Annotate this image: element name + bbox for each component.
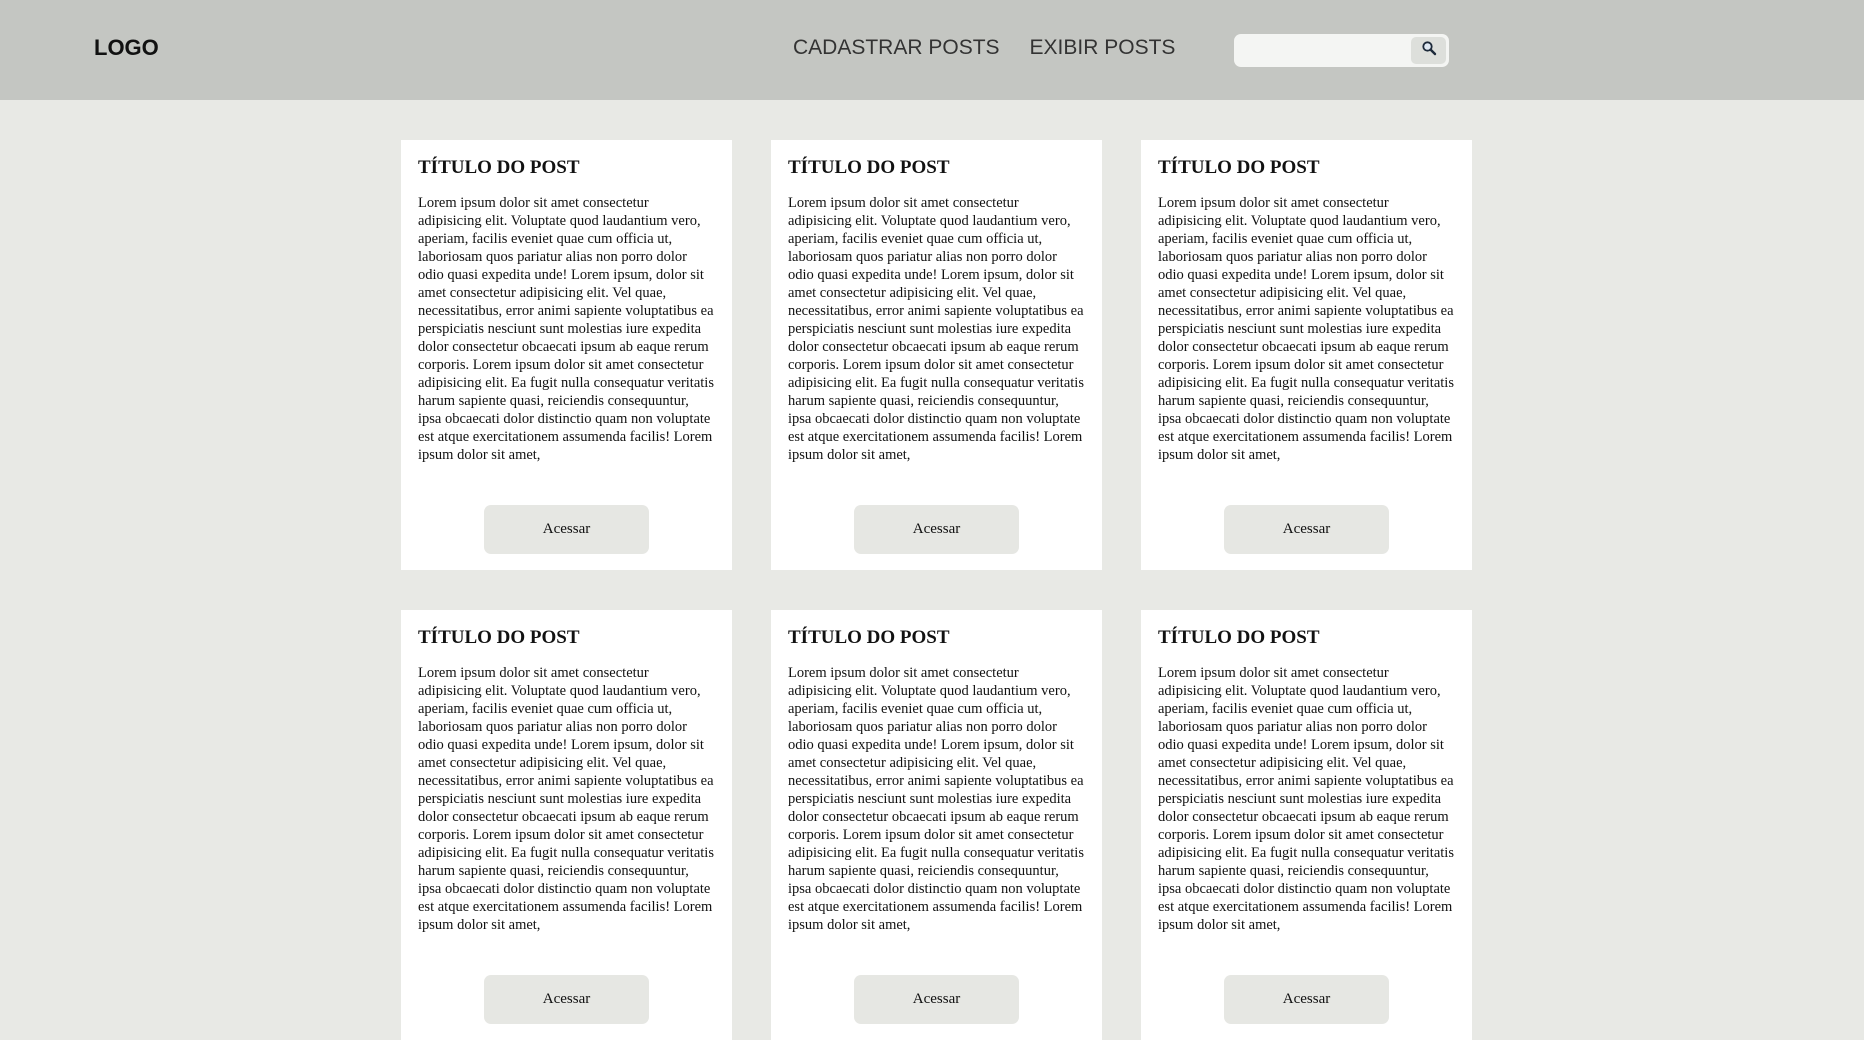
acessar-button[interactable]: Acessar bbox=[1224, 505, 1389, 554]
post-body: Lorem ipsum dolor sit amet consectetur a… bbox=[1158, 195, 1454, 463]
posts-grid: TÍTULO DO POST Lorem ipsum dolor sit ame… bbox=[401, 140, 1472, 1040]
acessar-button[interactable]: Acessar bbox=[484, 505, 649, 554]
top-navbar: LOGO CADASTRAR POSTS EXIBIR POSTS bbox=[0, 0, 1864, 100]
post-title: TÍTULO DO POST bbox=[788, 157, 950, 178]
post-title: TÍTULO DO POST bbox=[418, 157, 580, 178]
main-nav: CADASTRAR POSTS EXIBIR POSTS bbox=[793, 36, 1175, 60]
acessar-button[interactable]: Acessar bbox=[1224, 975, 1389, 1024]
post-title: TÍTULO DO POST bbox=[1158, 157, 1320, 178]
post-title: TÍTULO DO POST bbox=[418, 627, 580, 648]
post-title: TÍTULO DO POST bbox=[788, 627, 950, 648]
post-card: TÍTULO DO POST Lorem ipsum dolor sit ame… bbox=[1141, 140, 1472, 570]
search-icon bbox=[1421, 40, 1437, 61]
search-box bbox=[1234, 34, 1449, 67]
post-card: TÍTULO DO POST Lorem ipsum dolor sit ame… bbox=[401, 610, 732, 1040]
nav-link-exibir-posts[interactable]: EXIBIR POSTS bbox=[1030, 36, 1176, 60]
post-card: TÍTULO DO POST Lorem ipsum dolor sit ame… bbox=[771, 610, 1102, 1040]
post-body: Lorem ipsum dolor sit amet consectetur a… bbox=[788, 665, 1084, 933]
post-body: Lorem ipsum dolor sit amet consectetur a… bbox=[418, 195, 714, 463]
logo[interactable]: LOGO bbox=[94, 35, 159, 61]
acessar-button[interactable]: Acessar bbox=[854, 975, 1019, 1024]
nav-link-cadastrar-posts[interactable]: CADASTRAR POSTS bbox=[793, 36, 1000, 60]
search-button[interactable] bbox=[1411, 37, 1446, 64]
acessar-button[interactable]: Acessar bbox=[854, 505, 1019, 554]
search-input[interactable] bbox=[1234, 34, 1410, 67]
post-card: TÍTULO DO POST Lorem ipsum dolor sit ame… bbox=[1141, 610, 1472, 1040]
post-card: TÍTULO DO POST Lorem ipsum dolor sit ame… bbox=[401, 140, 732, 570]
post-body: Lorem ipsum dolor sit amet consectetur a… bbox=[418, 665, 714, 933]
post-body: Lorem ipsum dolor sit amet consectetur a… bbox=[788, 195, 1084, 463]
post-body: Lorem ipsum dolor sit amet consectetur a… bbox=[1158, 665, 1454, 933]
acessar-button[interactable]: Acessar bbox=[484, 975, 649, 1024]
post-card: TÍTULO DO POST Lorem ipsum dolor sit ame… bbox=[771, 140, 1102, 570]
post-title: TÍTULO DO POST bbox=[1158, 627, 1320, 648]
